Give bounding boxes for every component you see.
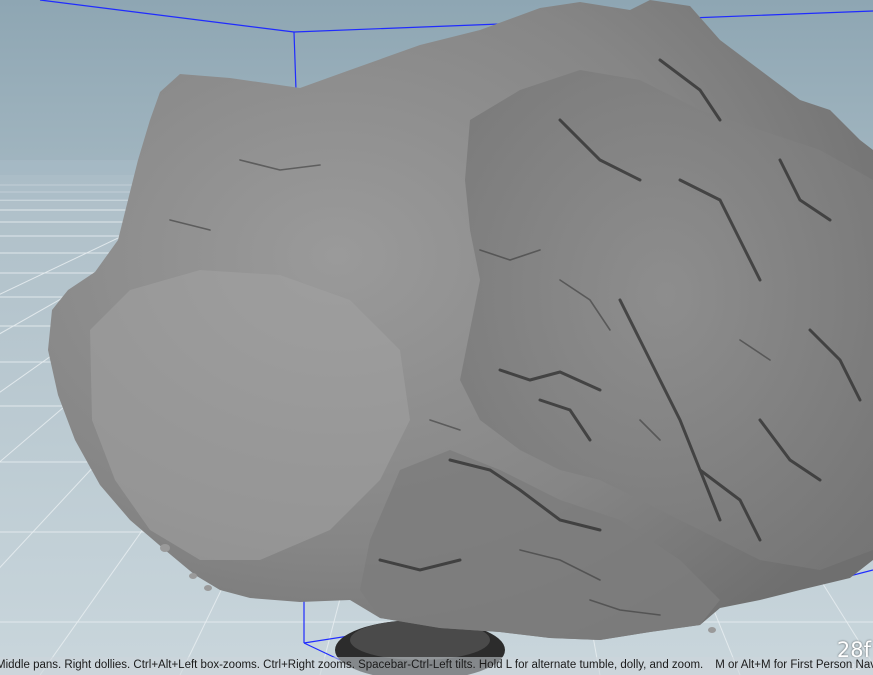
first-person-hint: M or Alt+M for First Person Navigation.	[715, 659, 873, 671]
status-hint-line: Middle pans. Right dollies. Ctrl+Alt+Lef…	[0, 659, 873, 671]
scene-viewport[interactable]: 28f 32 Middle pans. Right dollies. Ctrl+…	[0, 0, 873, 675]
viewport-canvas	[0, 0, 873, 675]
navigation-hint: Middle pans. Right dollies. Ctrl+Alt+Lef…	[0, 659, 704, 671]
rock-mesh	[48, 0, 873, 640]
viewport-status-bar: Middle pans. Right dollies. Ctrl+Alt+Lef…	[0, 657, 873, 675]
